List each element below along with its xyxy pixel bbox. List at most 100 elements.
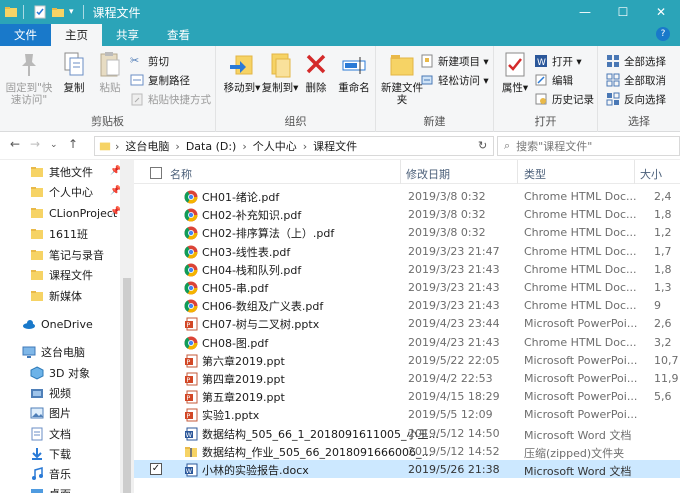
address-bar[interactable]: › 这台电脑 › Data (D:) › 个人中心 › 课程文件	[94, 136, 494, 156]
nav-item-music[interactable]: 音乐	[30, 464, 71, 484]
copy-to-button[interactable]: 复制到▾	[258, 50, 302, 94]
file-row[interactable]: CH04-栈和队列.pdf 2019/3/23 21:43 Chrome HTML …	[134, 260, 680, 278]
paste-button[interactable]: 粘贴	[88, 50, 132, 94]
file-name-cell[interactable]: P 实验1.pptx	[184, 407, 259, 423]
minimize-button[interactable]: —	[566, 0, 604, 24]
help-icon[interactable]: ?	[656, 27, 670, 41]
nav-item-videos[interactable]: 视频	[30, 383, 71, 403]
back-arrow-icon[interactable]: ←	[10, 137, 20, 151]
nav-item-onedrive[interactable]: OneDrive	[22, 314, 93, 334]
column-name[interactable]: 名称	[170, 166, 192, 182]
breadcrumb-drive-d[interactable]: Data (D:)	[186, 140, 237, 153]
nav-item-documents[interactable]: 文档	[30, 424, 71, 444]
new-folder-quick-icon[interactable]	[51, 5, 65, 19]
file-name-cell[interactable]: W 数据结构_505_66_1_2018091611005_小王...	[184, 426, 439, 442]
delete-button[interactable]: 删除	[298, 50, 334, 94]
nav-item-3d-objects[interactable]: 3D 对象	[30, 363, 90, 383]
nav-item-course-files[interactable]: 课程文件	[30, 265, 93, 285]
history-button[interactable]: 历史记录	[534, 90, 594, 108]
maximize-button[interactable]: ☐	[604, 0, 642, 24]
new-item-button[interactable]: 新建项目 ▾	[420, 52, 489, 70]
file-name-cell[interactable]: CH05-串.pdf	[184, 280, 268, 296]
quick-access-dropdown-icon[interactable]: ▾	[69, 7, 74, 17]
file-name-cell[interactable]: P 第六章2019.ppt	[184, 353, 285, 369]
open-button[interactable]: W 打开 ▾	[534, 52, 582, 70]
properties-button[interactable]: 属性▾	[496, 50, 534, 94]
nav-item-desktop[interactable]: 桌面	[30, 484, 71, 493]
breadcrumb-separator-icon[interactable]: ›	[303, 140, 307, 153]
file-name-cell[interactable]: P CH07-树与二叉树.pptx	[184, 316, 319, 332]
easy-access-button[interactable]: 轻松访问 ▾	[420, 71, 489, 89]
column-size[interactable]: 大小	[640, 166, 662, 182]
file-name-cell[interactable]: CH08-图.pdf	[184, 335, 268, 351]
breadcrumb-separator-icon[interactable]: ›	[242, 140, 246, 153]
file-row[interactable]: CH02-排序算法（上）.pdf 2019/3/8 0:32 Chrome HTML…	[134, 223, 680, 241]
new-folder-button[interactable]: 新建文件夹	[380, 50, 424, 106]
rename-button[interactable]: 重命名	[332, 50, 376, 94]
select-all-button[interactable]: 全部选择	[606, 52, 666, 70]
file-name-cell[interactable]: CH04-栈和队列.pdf	[184, 262, 301, 278]
file-name-cell[interactable]: CH03-线性表.pdf	[184, 244, 290, 260]
forward-arrow-icon[interactable]: →	[30, 137, 40, 151]
search-input[interactable]: ⌕ 搜索"课程文件"	[497, 136, 680, 156]
file-row[interactable]: CH02-补充知识.pdf 2019/3/8 0:32 Chrome HTML Do…	[134, 205, 680, 223]
breadcrumb-separator-icon[interactable]: ›	[115, 140, 119, 153]
nav-item-this-pc[interactable]: 这台电脑	[22, 342, 85, 362]
nav-item-notes[interactable]: 笔记与录音	[30, 245, 104, 265]
tab-share[interactable]: 共享	[102, 24, 153, 46]
row-checkbox[interactable]: ✓	[150, 463, 162, 475]
file-row[interactable]: W 数据结构_505_66_1_2018091611005_小王... 2019/5…	[134, 424, 680, 442]
column-date[interactable]: 修改日期	[406, 166, 450, 182]
close-button[interactable]: ✕	[642, 0, 680, 24]
file-row[interactable]: P 第四章2019.ppt 2019/4/2 22:53 Microsoft Powe…	[134, 369, 680, 387]
nav-item-new-media[interactable]: 新媒体	[30, 286, 82, 306]
copy-path-button[interactable]: 复制路径	[130, 71, 190, 89]
nav-item-clionproject[interactable]: CLionProject	[30, 203, 117, 223]
file-row[interactable]: P 第六章2019.ppt 2019/5/22 22:05 Microsoft Pow…	[134, 351, 680, 369]
breadcrumb-personal-center[interactable]: 个人中心	[253, 138, 297, 154]
column-separator[interactable]	[400, 160, 401, 184]
file-row[interactable]: P 第五章2019.ppt 2019/4/15 18:29 Microsoft Pow…	[134, 387, 680, 405]
refresh-icon[interactable]: ↻	[478, 139, 487, 152]
breadcrumb-this-pc[interactable]: 这台电脑	[125, 138, 169, 154]
file-name-cell[interactable]: P 第四章2019.ppt	[184, 371, 285, 387]
nav-item-personal-center[interactable]: 个人中心	[30, 182, 93, 202]
file-row[interactable]: CH08-图.pdf 2019/4/23 21:43 Chrome HTML Doc…	[134, 333, 680, 351]
file-name-cell[interactable]: CH01-绪论.pdf	[184, 189, 279, 205]
file-row[interactable]: 数据结构_作业_505_66_2018091666006_... 2019/5/1…	[134, 442, 680, 460]
select-none-button[interactable]: 全部取消	[606, 71, 666, 89]
paste-shortcut-button[interactable]: 粘贴快捷方式	[130, 90, 211, 108]
file-name-cell[interactable]: 数据结构_作业_505_66_2018091666006_...	[184, 444, 432, 460]
breadcrumb-separator-icon[interactable]: ›	[175, 140, 179, 153]
edit-button[interactable]: 编辑	[534, 71, 573, 89]
file-row[interactable]: CH03-线性表.pdf 2019/3/23 21:47 Chrome HTML D…	[134, 242, 680, 260]
nav-item-pictures[interactable]: 图片	[30, 403, 71, 423]
file-row[interactable]: CH05-串.pdf 2019/3/23 21:43 Chrome HTML Doc…	[134, 278, 680, 296]
file-name-cell[interactable]: W 小林的实验报告.docx	[184, 462, 309, 478]
file-row[interactable]: P 实验1.pptx 2019/5/5 12:09 Microsoft PowerPo…	[134, 405, 680, 423]
file-name-cell[interactable]: CH02-补充知识.pdf	[184, 207, 301, 223]
file-name-cell[interactable]: P 第五章2019.ppt	[184, 389, 285, 405]
file-row[interactable]: ✓ W 小林的实验报告.docx 2019/5/26 21:38 Microsoft W…	[134, 460, 680, 478]
tab-file[interactable]: 文件	[0, 24, 51, 46]
recent-locations-icon[interactable]: ⌄	[50, 140, 58, 150]
breadcrumb-course-files[interactable]: 课程文件	[313, 138, 357, 154]
nav-item-1611[interactable]: 1611班	[30, 224, 88, 244]
file-row[interactable]: CH06-数组及广义表.pdf 2019/3/23 21:43 Chrome HTM…	[134, 296, 680, 314]
column-separator[interactable]	[517, 160, 518, 184]
file-row[interactable]: P CH07-树与二叉树.pptx 2019/4/23 23:44 Microsoft…	[134, 314, 680, 332]
column-separator[interactable]	[634, 160, 635, 184]
column-type[interactable]: 类型	[524, 166, 546, 182]
nav-item-downloads[interactable]: 下载	[30, 444, 71, 464]
tab-view[interactable]: 查看	[153, 24, 204, 46]
invert-selection-button[interactable]: 反向选择	[606, 90, 666, 108]
tab-home[interactable]: 主页	[51, 24, 102, 46]
file-row[interactable]: CH01-绪论.pdf 2019/3/8 0:32 Chrome HTML Doc.…	[134, 187, 680, 205]
up-arrow-icon[interactable]: ↑	[68, 137, 78, 151]
nav-item-other-files[interactable]: 其他文件	[30, 162, 93, 182]
nav-scrollbar-thumb[interactable]	[123, 278, 131, 493]
cut-button[interactable]: ✂ 剪切	[130, 52, 169, 70]
file-name-cell[interactable]: CH06-数组及广义表.pdf	[184, 298, 323, 314]
pin-quick-access-button[interactable]: 固定到"快速访问"	[2, 50, 56, 106]
file-name-cell[interactable]: CH02-排序算法（上）.pdf	[184, 225, 334, 241]
